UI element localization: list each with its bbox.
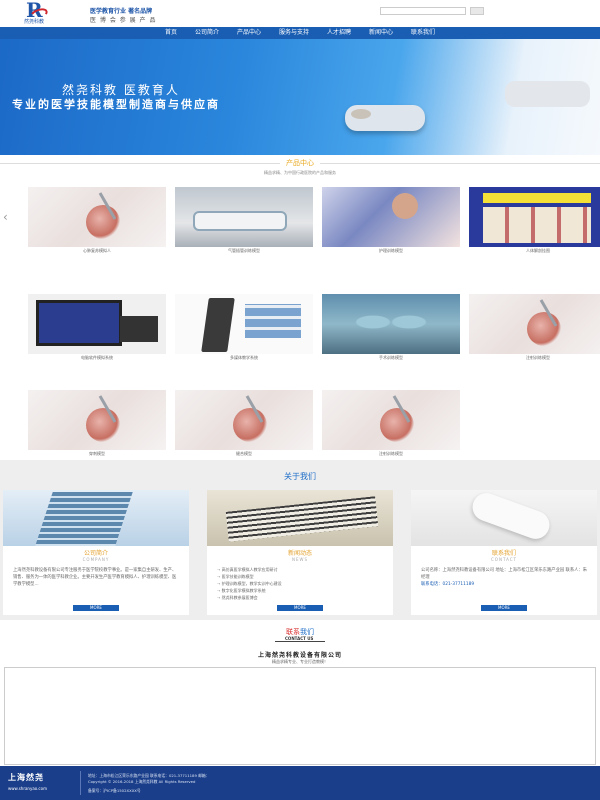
map-frame[interactable] [4,667,596,765]
about-company-card: 公司简介 COMPANY 上海然尧科教设备有限公司专注服务于医学院校教学事业。是… [3,490,189,615]
banner-subheadline: 专业的医学技能模型制造商与供应商 [12,98,220,111]
divider [275,641,325,642]
footer-url[interactable]: www.shranyao.com [8,786,47,791]
nav-item[interactable]: 人才招聘 [327,27,351,39]
product-image[interactable] [28,294,166,354]
product-image[interactable] [175,187,313,247]
product-image[interactable] [322,390,460,450]
contact-card-text: 公司名称：上海然尧科教设备有限公司 地址：上海市松江区荣乐东路产业园 联系人：朱… [411,562,597,588]
site-header: R 然尧科教 医学教育行业 著名品牌 医 博 会 参 展 产 品 [0,0,600,27]
product-image[interactable] [28,187,166,247]
product-image[interactable] [469,294,600,354]
product-image[interactable] [469,187,600,247]
product-caption[interactable]: 护理训练模型 [322,247,460,255]
hero-banner: 然尧科教 医教育人 专业的医学技能模型制造商与供应商 [0,39,600,155]
product-caption[interactable]: 穿刺模型 [28,450,166,458]
product-card[interactable]: 多媒体教学系统 [175,294,313,362]
card-heading: 新闻动态 [287,550,312,557]
product-caption[interactable]: 电脑软件模拟系统 [28,354,166,362]
products-title: 产品中心 [0,158,600,168]
product-card[interactable]: 注射训练模型 [469,294,600,362]
product-caption[interactable]: 缝合模型 [175,450,313,458]
logo-mark-icon: R [26,0,43,22]
product-card[interactable]: 手术训练模型 [322,294,460,362]
divider [80,771,81,795]
site-logo[interactable]: R 然尧科教 [22,0,62,25]
banner-model-image [345,105,425,131]
footer-icp[interactable]: 备案号：沪ICP备1502XXXX号 [88,788,141,794]
product-caption[interactable]: 多媒体教学系统 [175,354,313,362]
carousel-prev-icon[interactable]: ‹ [3,210,8,224]
product-card[interactable]: 气管插管训练模型 [175,187,313,255]
nav-item[interactable]: 首页 [165,27,177,39]
news-more-button[interactable]: MORE [277,605,323,611]
news-list: 高仿真医学模拟人教学应用研讨医学技能训练模型护理训练模型，教学实训中心建设数字化… [207,562,393,601]
product-image[interactable] [175,390,313,450]
product-card[interactable]: 电脑软件模拟系统 [28,294,166,362]
news-item[interactable]: 数字化医学模拟教学系统 [217,587,383,594]
nav-item[interactable]: 公司简介 [195,27,219,39]
footer-copyright: Copyright © 2016-2018 上海然尧科教 All Rights … [88,779,196,784]
about-contact-card: 联系我们 CONTACT 公司名称：上海然尧科教设备有限公司 地址：上海市松江区… [411,490,597,615]
product-caption[interactable]: 注射训练模型 [322,450,460,458]
product-card[interactable]: 注射训练模型 [322,390,460,458]
product-card[interactable]: 护理训练模型 [322,187,460,255]
contact-more-button[interactable]: MORE [481,605,527,611]
news-item[interactable]: 医学技能训练模型 [217,573,383,580]
company-note: 精益求精专业、专业打造教模！ [272,659,328,664]
contact-card-phone: 联系电话：021-37711189 [421,582,475,587]
company-building-image [3,490,189,546]
banner-model-image [505,81,590,107]
footer-logo[interactable]: 上海然尧 [8,772,44,783]
product-card[interactable]: 穿刺模型 [28,390,166,458]
newspaper-image [207,490,393,546]
company-intro-text: 上海然尧科教设备有限公司专注服务于医学院校教学事业。是一家集自主研发、生产、销售… [13,568,177,587]
nav-item[interactable]: 联系我们 [411,27,435,39]
contact-title-blue: 我们 [300,628,314,636]
news-item[interactable]: 护理训练模型，教学实训中心建设 [217,580,383,587]
product-card[interactable]: 心肺复苏模拟人 [28,187,166,255]
slogan-line2: 医 博 会 参 展 产 品 [90,17,157,24]
nav-item[interactable]: 产品中心 [237,27,261,39]
news-item[interactable]: 然尧科教参展医博会 [217,594,383,601]
product-caption[interactable]: 气管插管训练模型 [175,247,313,255]
product-caption[interactable]: 心肺复苏模拟人 [28,247,166,255]
main-nav: 首页 公司简介 产品中心 服务与支持 人才招聘 新闻中心 联系我们 [0,27,600,39]
product-card[interactable]: 缝合模型 [175,390,313,458]
company-more-button[interactable]: MORE [73,605,119,611]
nav-item[interactable]: 新闻中心 [369,27,393,39]
company-name: 上海然尧科教设备有限公司 [257,652,342,659]
product-image[interactable] [175,294,313,354]
about-news-card: 新闻动态 NEWS 高仿真医学模拟人教学应用研讨医学技能训练模型护理训练模型，教… [207,490,393,615]
product-image[interactable] [322,294,460,354]
nav-item[interactable]: 服务与支持 [279,27,309,39]
product-image[interactable] [322,187,460,247]
contact-title-red: 联系 [286,628,300,636]
logo-name: 然尧科教 [24,19,45,25]
contact-card-address: 公司名称：上海然尧科教设备有限公司 地址：上海市松江区荣乐东路产业园 联系人：朱… [421,568,588,580]
product-caption[interactable]: 注射训练模型 [469,354,600,362]
product-image[interactable] [28,390,166,450]
about-title: 关于我们 [284,472,316,481]
product-card[interactable]: 人体解剖挂图 [469,187,600,255]
product-caption[interactable]: 手术训练模型 [322,354,460,362]
product-caption[interactable]: 人体解剖挂图 [469,247,600,255]
site-footer: 上海然尧 www.shranyao.com 地址：上海市松江区荣乐东路产业园 联… [0,766,600,800]
search-input[interactable] [380,7,466,15]
slogan-line1: 医学教育行业 著名品牌 [90,8,153,15]
search-button[interactable] [470,7,484,15]
products-subtitle: 精益求精、为中国行政医院的产品和服务 [264,170,336,175]
page: R 然尧科教 医学教育行业 著名品牌 医 博 会 参 展 产 品 首页 公司简介产… [0,0,600,800]
news-item[interactable]: 高仿真医学模拟人教学应用研讨 [217,566,383,573]
card-heading: 联系我们 [491,550,516,557]
card-heading: 公司简介 [83,550,108,557]
telephone-image [411,490,597,546]
